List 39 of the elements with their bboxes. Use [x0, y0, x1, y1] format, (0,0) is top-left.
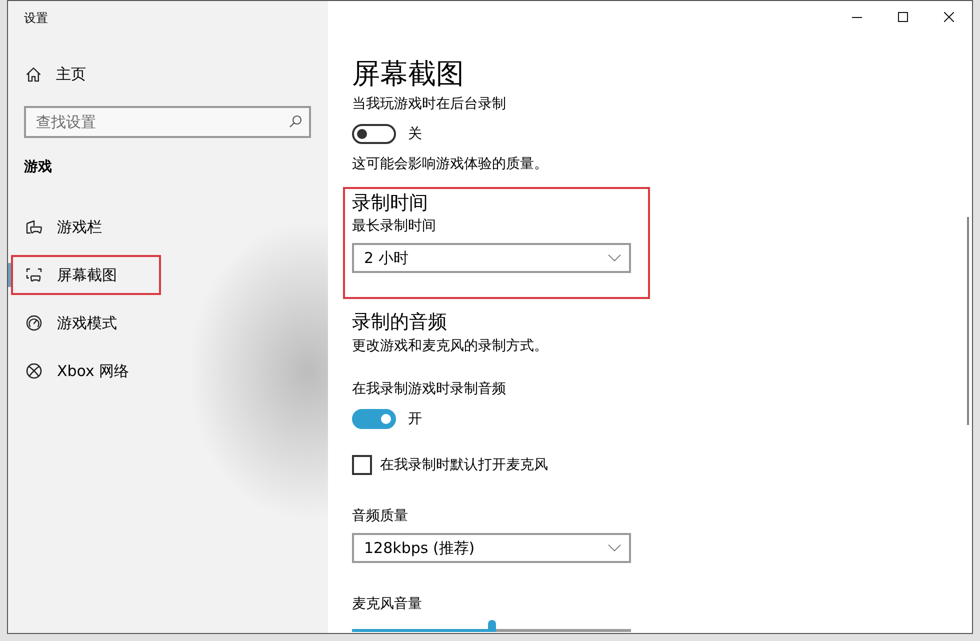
close-icon	[944, 12, 954, 22]
circle-cross-icon	[26, 363, 42, 379]
section-description: 更改游戏和麦克风的录制方式。	[352, 337, 548, 356]
home-icon	[26, 66, 41, 82]
note-text: 这可能会影响游戏体验的质量。	[352, 155, 548, 174]
section-title: 游戏	[24, 158, 52, 177]
home-nav-item[interactable]: 主页	[8, 54, 328, 94]
checkbox-label: 在我录制时默认打开麦克风	[380, 456, 548, 475]
toggle-switch[interactable]	[352, 124, 396, 144]
scrollbar-thumb[interactable]	[967, 217, 969, 425]
section-heading: 录制时间	[352, 191, 428, 216]
minimize-icon	[852, 16, 862, 18]
search-field[interactable]: 查找设置	[24, 106, 311, 138]
dropdown[interactable]: 128kbps (推荐)	[352, 533, 631, 563]
maximize-icon	[898, 12, 908, 22]
dropdown[interactable]: 2 小时	[352, 243, 631, 273]
nav-item[interactable]: 游戏栏	[8, 203, 328, 251]
chevron-down-icon	[608, 544, 621, 552]
toggle-state-text: 开	[408, 410, 422, 429]
slider-thumb[interactable]	[488, 620, 496, 632]
chevron-down-icon	[608, 254, 621, 262]
page-title: 屏幕截图	[352, 56, 464, 92]
field-label: 麦克风音量	[352, 595, 422, 614]
nav-item[interactable]: 屏幕截图	[8, 251, 328, 299]
setting-label: 当我玩游戏时在后台录制	[352, 95, 506, 114]
toggle-state-text: 关	[408, 125, 422, 144]
checkbox[interactable]	[352, 455, 372, 475]
gauge-icon	[26, 315, 42, 331]
field-label: 音频质量	[352, 507, 408, 526]
nav-item[interactable]: 游戏模式	[8, 299, 328, 347]
nav-item[interactable]: Xbox 网络	[8, 347, 328, 395]
section-heading: 录制的音频	[352, 310, 447, 335]
setting-label: 在我录制游戏时录制音频	[352, 380, 506, 399]
toggle-switch[interactable]	[352, 409, 396, 429]
search-icon	[289, 115, 302, 128]
field-label: 最长录制时间	[352, 217, 436, 236]
window-title: 设置	[24, 10, 48, 27]
screen-capture-icon	[26, 268, 42, 282]
gamepad-panel-icon	[26, 220, 42, 234]
